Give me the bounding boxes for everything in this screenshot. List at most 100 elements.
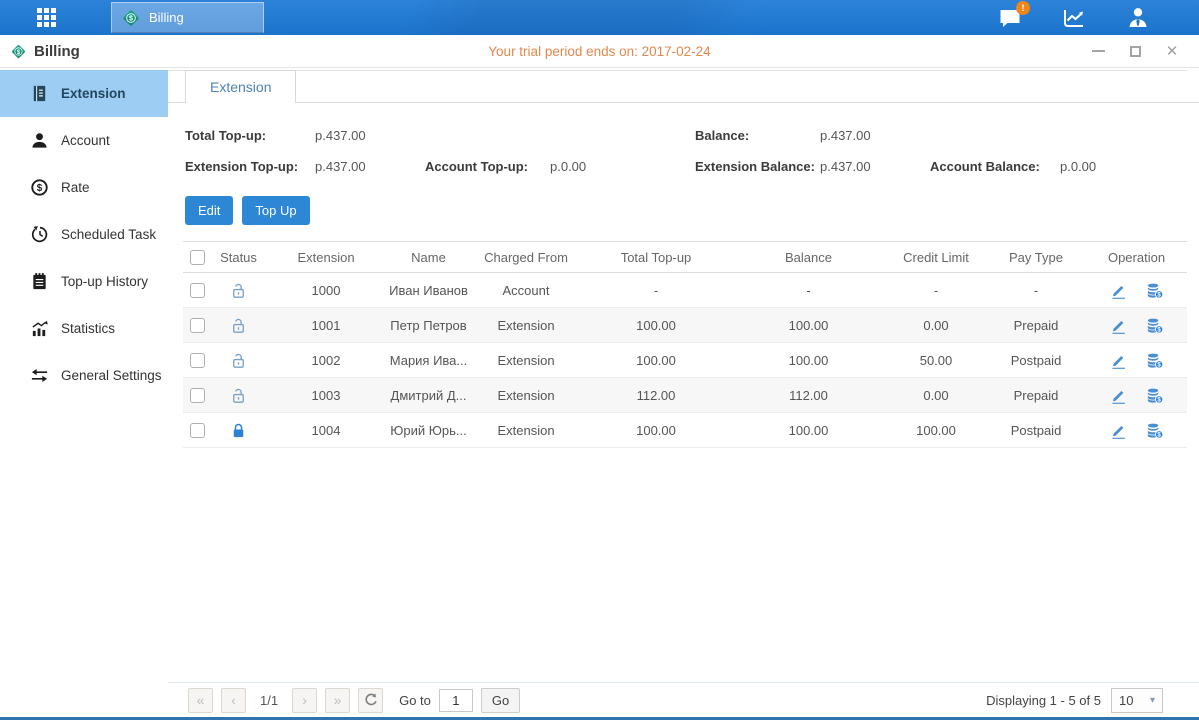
credit-limit-cell: 50.00 [886, 353, 986, 368]
sidebar-item-account[interactable]: Account [0, 117, 168, 164]
sidebar-item-general-settings[interactable]: General Settings [0, 352, 168, 399]
sidebar-item-statistics[interactable]: Statistics [0, 305, 168, 352]
extension-balance-label: Extension Balance: [695, 159, 820, 174]
total-topup-cell: - [581, 283, 731, 298]
balance-summary: Total Top-up: p.437.00 Balance: p.437.00… [185, 120, 1182, 182]
sidebar-item-label: Statistics [61, 321, 115, 336]
header-extension[interactable]: Extension [266, 250, 386, 265]
rate-dollar-icon: $ [30, 178, 49, 197]
row-checkbox[interactable] [190, 353, 205, 368]
credit-limit-cell: 0.00 [886, 388, 986, 403]
table-body: 1000 Иван Иванов Account - - - - $ [183, 273, 1187, 448]
close-icon[interactable]: ✕ [1165, 44, 1179, 58]
lock-open-icon [229, 281, 248, 300]
goto-page-input[interactable] [439, 689, 473, 712]
header-status[interactable]: Status [211, 250, 266, 265]
charged-from-cell: Extension [471, 353, 581, 368]
table-row[interactable]: 1000 Иван Иванов Account - - - - $ [183, 273, 1187, 308]
trial-notice: Your trial period ends on: 2017-02-24 [0, 44, 1199, 59]
extension-cell: 1000 [266, 283, 386, 298]
sidebar-item-label: Scheduled Task [61, 227, 156, 242]
header-credit-limit[interactable]: Credit Limit [886, 250, 986, 265]
edit-row-icon[interactable] [1109, 316, 1128, 335]
refresh-button[interactable] [358, 688, 383, 713]
select-all-checkbox[interactable] [190, 250, 205, 265]
taskbar-billing-button[interactable]: $ Billing [111, 2, 264, 33]
sidebar-item-topup-history[interactable]: Top-up History [0, 258, 168, 305]
header-name[interactable]: Name [386, 250, 471, 265]
table-row[interactable]: 1003 Дмитрий Д... Extension 112.00 112.0… [183, 378, 1187, 413]
edit-button[interactable]: Edit [185, 196, 233, 225]
balance-cell: 112.00 [731, 388, 886, 403]
header-total-topup[interactable]: Total Top-up [581, 250, 731, 265]
lock-open-icon [229, 351, 248, 370]
extension-cell: 1004 [266, 423, 386, 438]
sidebar-item-label: Top-up History [61, 274, 148, 289]
tab-extension[interactable]: Extension [185, 70, 296, 103]
balance-cell: 100.00 [731, 423, 886, 438]
pay-type-cell: Prepaid [986, 388, 1086, 403]
top-up-button[interactable]: Top Up [242, 196, 309, 225]
top-up-row-icon[interactable]: $ [1145, 386, 1164, 405]
row-checkbox[interactable] [190, 283, 205, 298]
pay-type-cell: Postpaid [986, 423, 1086, 438]
svg-text:$: $ [1157, 361, 1161, 368]
balance-cell: - [731, 283, 886, 298]
displaying-text: Displaying 1 - 5 of 5 [986, 693, 1101, 708]
messages-icon[interactable]: ! [997, 6, 1023, 30]
maximize-icon[interactable] [1128, 44, 1142, 58]
statistics-chart-icon[interactable] [1061, 6, 1087, 30]
extension-cell: 1001 [266, 318, 386, 333]
page-size-select[interactable]: 10 ▾ [1111, 688, 1163, 713]
first-page-button[interactable]: « [188, 688, 213, 713]
sidebar-item-scheduled-task[interactable]: Scheduled Task [0, 211, 168, 258]
extension-topup-label: Extension Top-up: [185, 159, 315, 174]
sidebar-item-label: General Settings [61, 368, 162, 383]
table-row[interactable]: 1001 Петр Петров Extension 100.00 100.00… [183, 308, 1187, 343]
edit-row-icon[interactable] [1109, 386, 1128, 405]
svg-text:$: $ [129, 14, 133, 22]
taskbar-app-label: Billing [149, 10, 184, 25]
table-header: Status Extension Name Charged From Total… [183, 241, 1187, 273]
minimize-icon[interactable] [1091, 44, 1105, 58]
svg-text:$: $ [37, 183, 43, 194]
total-topup-cell: 112.00 [581, 388, 731, 403]
page-size-value: 10 [1119, 693, 1133, 708]
topup-history-notepad-icon [30, 272, 49, 291]
edit-row-icon[interactable] [1109, 281, 1128, 300]
sidebar-item-rate[interactable]: $ Rate [0, 164, 168, 211]
user-icon[interactable] [1125, 6, 1151, 30]
table-row[interactable]: 1002 Мария Ива... Extension 100.00 100.0… [183, 343, 1187, 378]
general-settings-arrows-icon [30, 366, 49, 385]
row-checkbox[interactable] [190, 423, 205, 438]
app-grid-icon[interactable] [37, 8, 56, 27]
header-charged-from[interactable]: Charged From [471, 250, 581, 265]
pagination-bar: « ‹ 1/1 › » Go to Go Displaying 1 - 5 of… [168, 682, 1199, 717]
header-balance[interactable]: Balance [731, 250, 886, 265]
header-pay-type[interactable]: Pay Type [986, 250, 1086, 265]
prev-page-button[interactable]: ‹ [221, 688, 246, 713]
go-button[interactable]: Go [481, 688, 520, 713]
credit-limit-cell: 100.00 [886, 423, 986, 438]
top-up-row-icon[interactable]: $ [1145, 316, 1164, 335]
row-checkbox[interactable] [190, 318, 205, 333]
top-up-row-icon[interactable]: $ [1145, 351, 1164, 370]
lock-open-icon [229, 386, 248, 405]
notification-badge: ! [1016, 1, 1030, 15]
last-page-button[interactable]: » [325, 688, 350, 713]
next-page-button[interactable]: › [292, 688, 317, 713]
edit-row-icon[interactable] [1109, 351, 1128, 370]
chevron-down-icon: ▾ [1150, 695, 1155, 706]
sidebar-item-label: Rate [61, 180, 90, 195]
top-up-row-icon[interactable]: $ [1145, 421, 1164, 440]
top-up-row-icon[interactable]: $ [1145, 281, 1164, 300]
extension-topup-value: p.437.00 [315, 159, 425, 174]
sidebar-item-extension[interactable]: Extension [0, 70, 168, 117]
table-row[interactable]: 1004 Юрий Юрь... Extension 100.00 100.00… [183, 413, 1187, 448]
taskbar: $ Billing ! [0, 0, 1199, 35]
total-topup-cell: 100.00 [581, 353, 731, 368]
row-checkbox[interactable] [190, 388, 205, 403]
edit-row-icon[interactable] [1109, 421, 1128, 440]
sidebar: Extension Account $ Rate Scheduled Task [0, 68, 168, 717]
name-cell: Мария Ива... [386, 353, 471, 368]
